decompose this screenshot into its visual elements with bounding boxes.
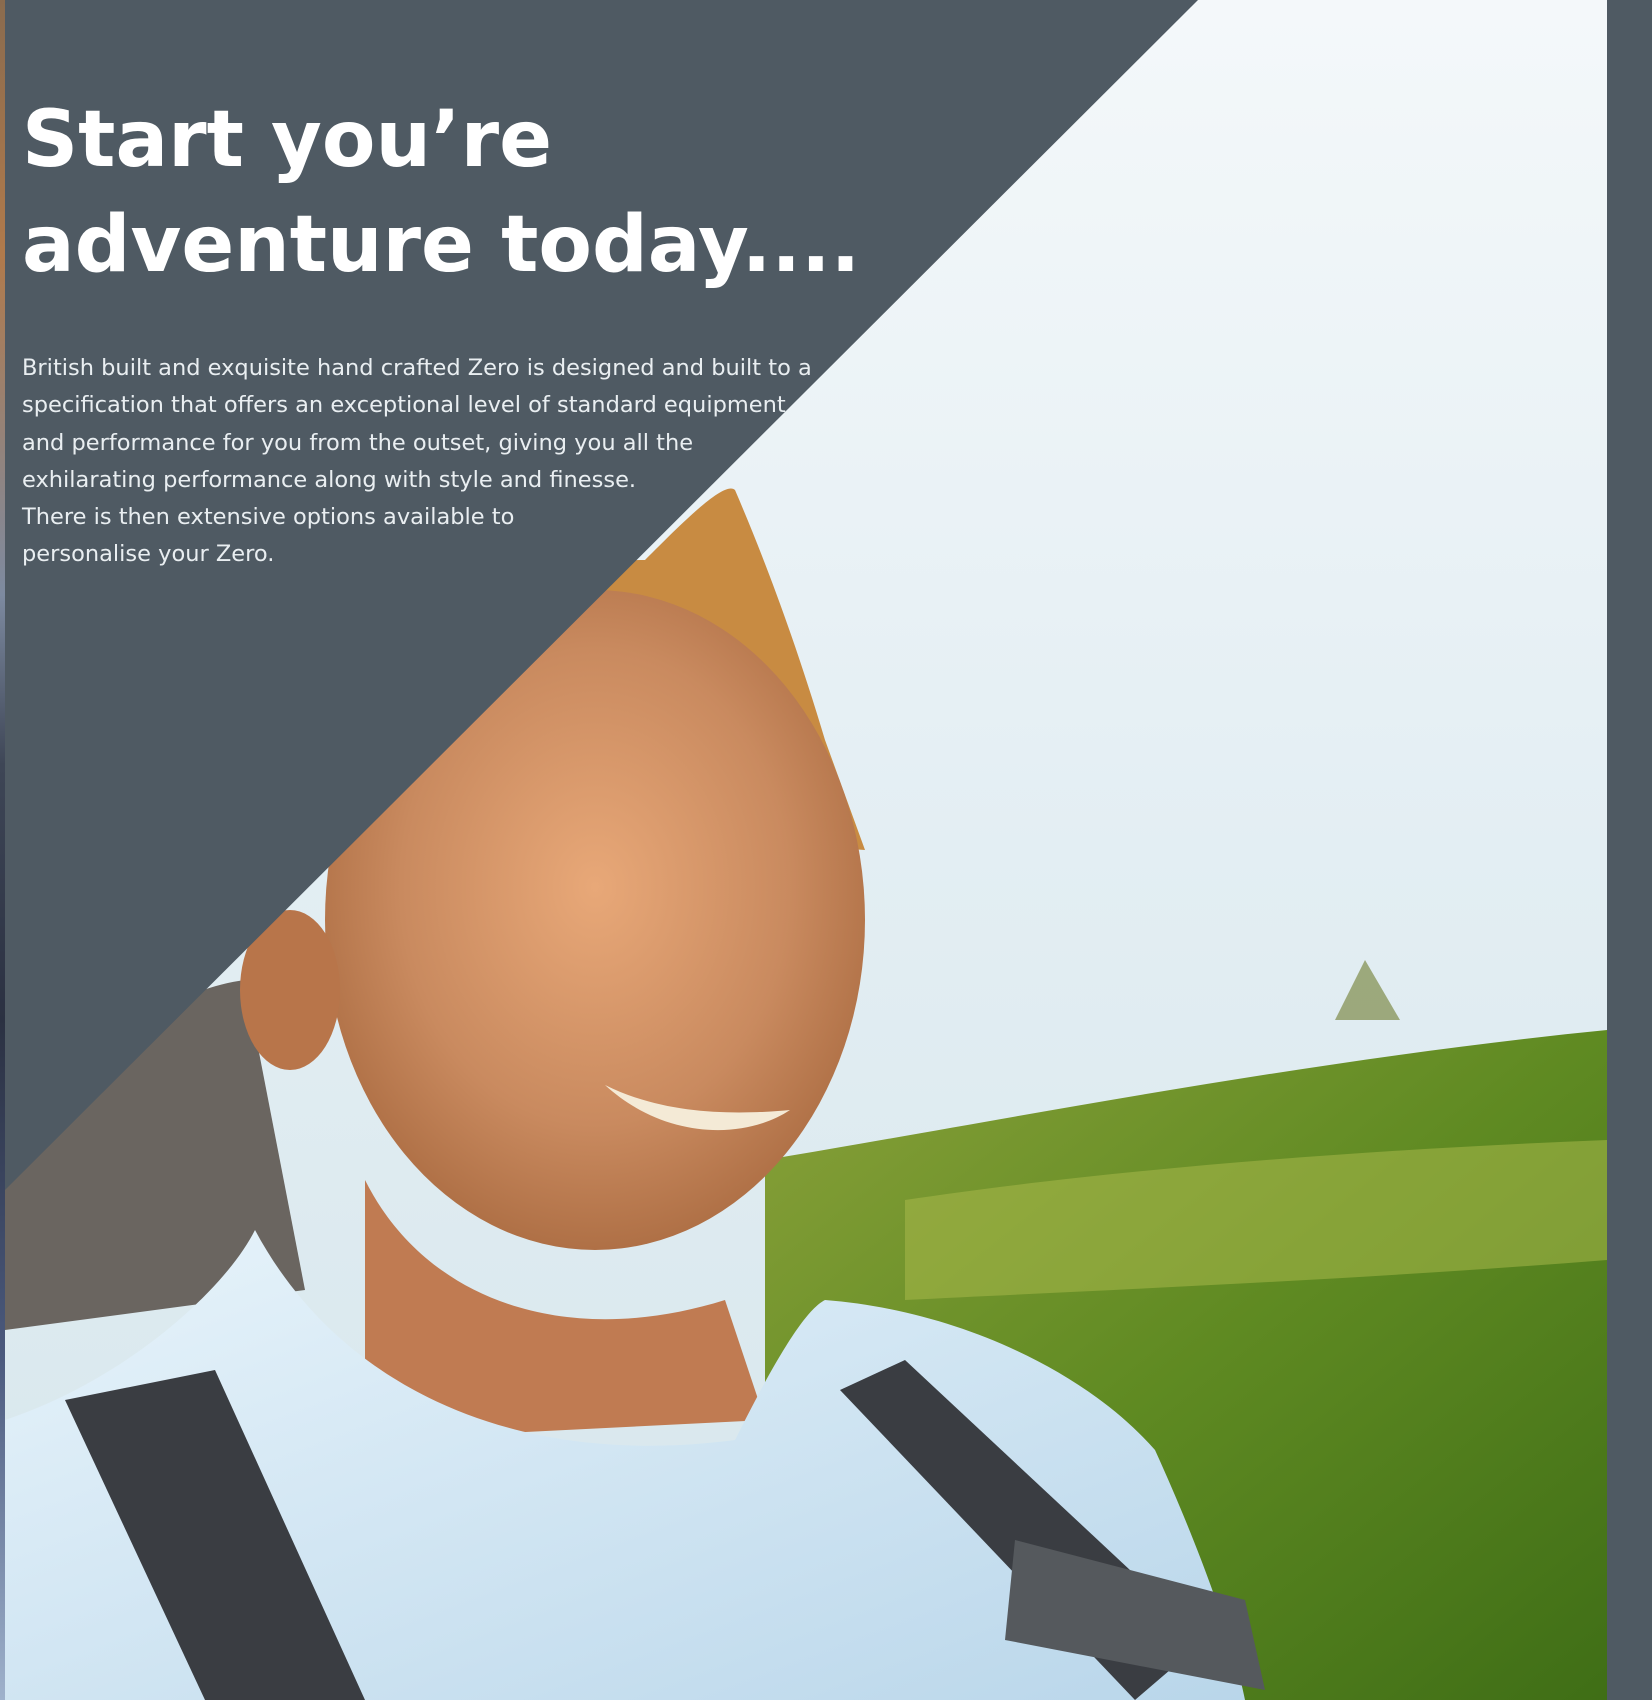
right-margin <box>1607 0 1652 1700</box>
intro-paragraph: British built and exquisite hand crafted… <box>22 355 812 568</box>
brochure-page: Start you’re adventure today.... British… <box>0 0 1652 1700</box>
headline: Start you’re adventure today.... <box>22 95 861 290</box>
